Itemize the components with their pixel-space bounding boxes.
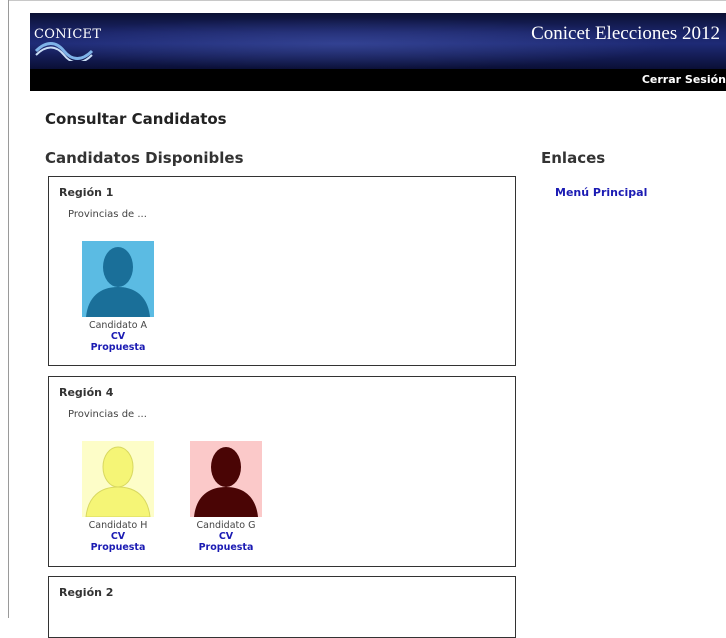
logo-text: CONICET [34,27,102,42]
candidate-photo[interactable] [82,441,154,517]
conicet-logo[interactable]: CONICET [34,23,124,63]
person-silhouette-icon [82,441,154,517]
section-title: Candidatos Disponibles [45,149,244,167]
person-silhouette-icon [82,241,154,317]
region-name: Región 1 [59,186,114,199]
cv-link[interactable]: CV [73,531,163,542]
proposal-link[interactable]: Propuesta [73,542,163,553]
region-provinces: Provincias de ... [68,409,147,420]
person-silhouette-icon [190,441,262,517]
region-provinces: Provincias de ... [68,209,147,220]
region-name: Región 4 [59,386,114,399]
window-left-border [8,0,9,618]
cv-link[interactable]: CV [73,331,163,342]
cv-link[interactable]: CV [181,531,271,542]
site-header: CONICET Conicet Elecciones 2012 [30,13,726,69]
logout-link[interactable]: Cerrar Sesión [642,73,726,86]
proposal-link[interactable]: Propuesta [181,542,271,553]
region-panel: Región 4 Provincias de ... Candidato H C… [48,376,516,567]
candidate-photo[interactable] [190,441,262,517]
candidate-card: Candidato G CV Propuesta [181,441,271,553]
candidate-name: Candidato G [196,520,256,531]
candidate-card: Candidato A CV Propuesta [73,241,163,353]
window-top-border [8,0,726,1]
candidate-name: Candidato A [88,320,148,331]
logo-wave-icon [34,42,94,61]
region-panel: Región 2 [48,576,516,638]
region-name: Región 2 [59,586,114,599]
links-title: Enlaces [541,149,606,167]
candidate-card: Candidato H CV Propuesta [73,441,163,553]
main-menu-link[interactable]: Menú Principal [555,186,647,199]
page-title: Consultar Candidatos [45,110,227,128]
region-panel: Región 1 Provincias de ... Candidato A C… [48,176,516,366]
candidate-photo[interactable] [82,241,154,317]
site-title: Conicet Elecciones 2012 [531,23,720,44]
candidate-name: Candidato H [88,520,148,531]
proposal-link[interactable]: Propuesta [73,342,163,353]
top-nav-bar: Cerrar Sesión [30,69,726,91]
